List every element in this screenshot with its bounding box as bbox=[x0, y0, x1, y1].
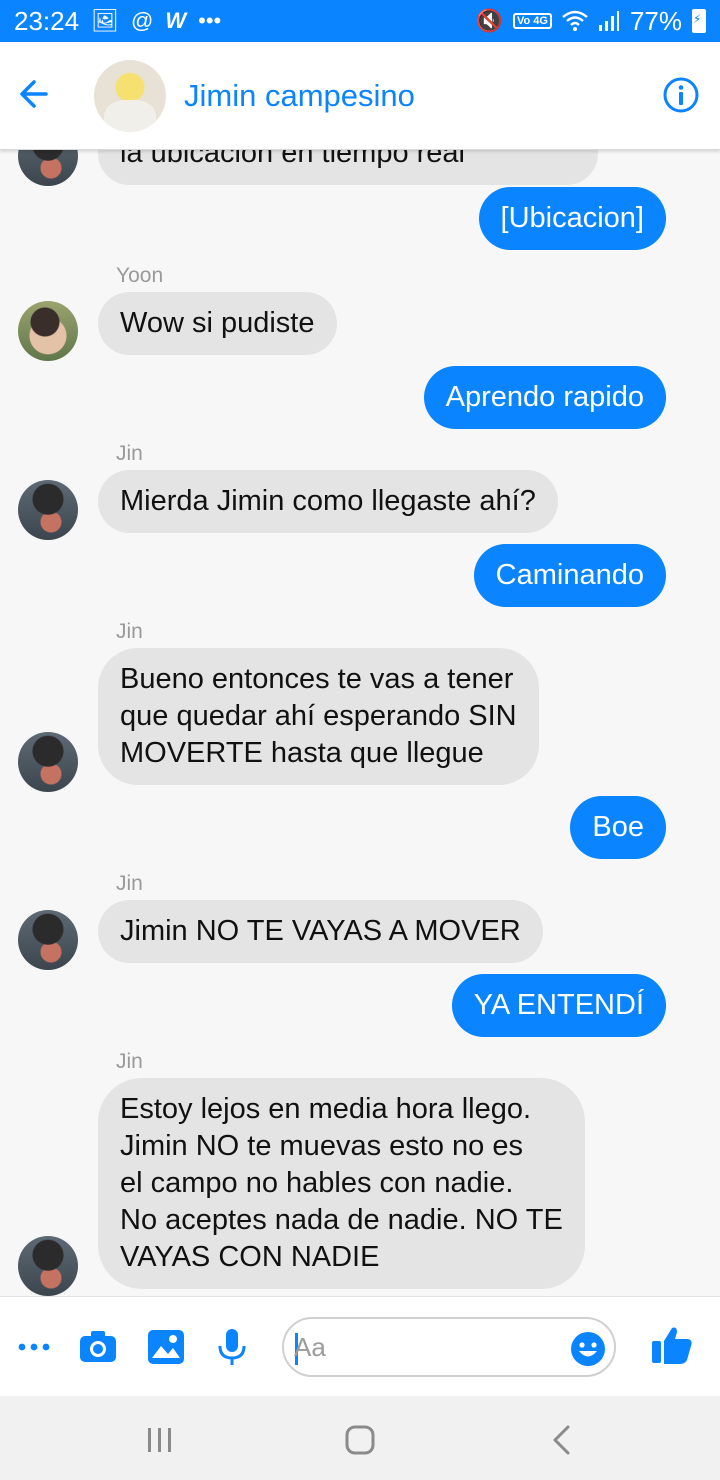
sender-name: Jin bbox=[116, 1050, 143, 1073]
signal-icon bbox=[598, 11, 619, 31]
message-bubble-incoming[interactable]: Bueno entonces te vas a tener que quedar… bbox=[98, 648, 539, 785]
more-options-icon[interactable] bbox=[14, 1327, 54, 1367]
w-icon: W bbox=[165, 8, 187, 33]
message-bubble-outgoing[interactable]: [Ubicacion] bbox=[478, 187, 666, 250]
thumbs-up-icon[interactable] bbox=[650, 1323, 694, 1367]
message-bubble-incoming[interactable]: Mierda Jimin como llegaste ahí? bbox=[98, 470, 558, 533]
gallery-icon[interactable] bbox=[146, 1327, 186, 1367]
wifi-icon bbox=[562, 10, 588, 31]
avatar bbox=[18, 732, 78, 792]
conversation-title[interactable]: Jimin campesino bbox=[184, 78, 415, 114]
message-bubble-incoming[interactable]: Jimin NO TE VAYAS A MOVER bbox=[98, 900, 543, 963]
microphone-icon[interactable] bbox=[212, 1327, 252, 1367]
info-icon[interactable] bbox=[662, 76, 700, 114]
contact-avatar[interactable] bbox=[94, 60, 166, 132]
battery-percent: 77% bbox=[629, 5, 682, 36]
message-bubble-incoming[interactable]: Wow si pudiste bbox=[98, 292, 337, 355]
at-icon: @ bbox=[131, 8, 154, 33]
recent-apps-icon[interactable] bbox=[140, 1420, 180, 1460]
message-composer bbox=[0, 1296, 720, 1396]
avatar bbox=[18, 910, 78, 970]
conversation-header: Jimin campesino bbox=[0, 42, 720, 150]
camera-icon[interactable] bbox=[78, 1327, 118, 1367]
message-bubble-outgoing[interactable]: Boe bbox=[570, 796, 666, 859]
home-icon[interactable] bbox=[340, 1420, 380, 1460]
back-icon[interactable] bbox=[542, 1420, 582, 1460]
android-nav-bar bbox=[0, 1396, 720, 1480]
battery-icon bbox=[692, 9, 706, 33]
sender-name: Yoon bbox=[116, 264, 164, 287]
message-list[interactable]: la ubicación en tiempo real [Ubicacion] … bbox=[0, 150, 720, 1296]
status-bar: 23:24 🖼 @ W ••• 🔇 Vo 4G 77% bbox=[0, 0, 720, 42]
avatar bbox=[18, 480, 78, 540]
sender-name: Jin bbox=[116, 620, 143, 643]
message-input-wrapper[interactable] bbox=[282, 1317, 616, 1377]
more-dots-icon: ••• bbox=[198, 8, 222, 33]
message-bubble-outgoing[interactable]: YA ENTENDÍ bbox=[451, 974, 666, 1037]
avatar bbox=[18, 301, 78, 361]
sender-name: Jin bbox=[116, 442, 143, 465]
image-icon: 🖼 bbox=[91, 8, 120, 33]
message-bubble-outgoing[interactable]: Caminando bbox=[473, 544, 666, 607]
mute-icon: 🔇 bbox=[475, 8, 503, 33]
back-arrow-icon[interactable] bbox=[14, 76, 50, 112]
message-bubble-incoming[interactable]: Estoy lejos en media hora llego. Jimin N… bbox=[98, 1078, 585, 1289]
sender-name: Jin bbox=[116, 872, 143, 895]
clock: 23:24 bbox=[14, 5, 80, 36]
message-input[interactable] bbox=[294, 1327, 564, 1367]
message-bubble-incoming[interactable]: la ubicación en tiempo real bbox=[98, 150, 598, 185]
avatar bbox=[18, 150, 78, 186]
avatar bbox=[18, 1236, 78, 1296]
emoji-icon[interactable] bbox=[570, 1331, 606, 1367]
message-bubble-outgoing[interactable]: Aprendo rapido bbox=[423, 366, 666, 429]
volte-icon: Vo 4G bbox=[512, 13, 552, 29]
